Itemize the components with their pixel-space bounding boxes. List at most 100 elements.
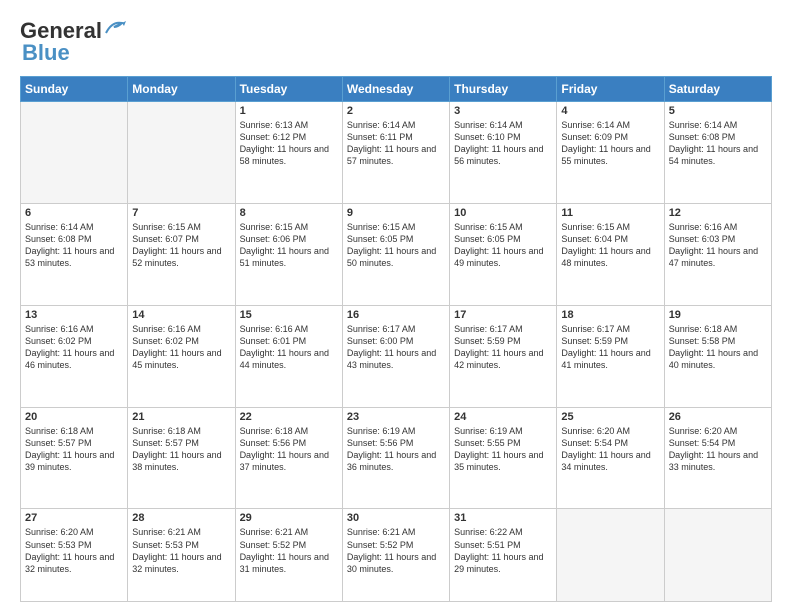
calendar-cell: 8 Sunrise: 6:15 AM Sunset: 6:06 PM Daylig… (235, 203, 342, 305)
weekday-header-row: SundayMondayTuesdayWednesdayThursdayFrid… (21, 77, 772, 102)
calendar-cell: 25 Sunrise: 6:20 AM Sunset: 5:54 PM Dayli… (557, 407, 664, 509)
header: General Blue (20, 18, 772, 66)
day-number: 10 (454, 207, 552, 219)
cell-info: Sunrise: 6:18 AM Sunset: 5:57 PM Dayligh… (25, 425, 123, 474)
calendar-cell: 30 Sunrise: 6:21 AM Sunset: 5:52 PM Dayli… (342, 509, 449, 602)
weekday-header-saturday: Saturday (664, 77, 771, 102)
calendar-row-2: 6Sunrise: 6:14 AM Sunset: 6:08 PM Daylig… (21, 203, 772, 305)
day-number: 24 (454, 411, 552, 423)
day-number: 31 (454, 512, 552, 524)
day-number: 1 (240, 105, 338, 117)
calendar-cell: 13 Sunrise: 6:16 AM Sunset: 6:02 PM Dayli… (21, 305, 128, 407)
cell-info: Sunrise: 6:20 AM Sunset: 5:54 PM Dayligh… (669, 425, 767, 474)
day-number: 20 (25, 411, 123, 423)
calendar-cell: 17 Sunrise: 6:17 AM Sunset: 5:59 PM Dayli… (450, 305, 557, 407)
day-number: 11 (561, 207, 659, 219)
cell-info: Sunrise: 6:15 AM Sunset: 6:06 PM Dayligh… (240, 221, 338, 270)
calendar-cell: 15 Sunrise: 6:16 AM Sunset: 6:01 PM Dayli… (235, 305, 342, 407)
cell-info: Sunrise: 6:21 AM Sunset: 5:52 PM Dayligh… (240, 526, 338, 575)
cell-info: Sunrise: 6:14 AM Sunset: 6:08 PM Dayligh… (669, 119, 767, 168)
calendar-cell: 6Sunrise: 6:14 AM Sunset: 6:08 PM Daylig… (21, 203, 128, 305)
cell-info: Sunrise: 6:13 AM Sunset: 6:12 PM Dayligh… (240, 119, 338, 168)
calendar-row-1: 1 Sunrise: 6:13 AM Sunset: 6:12 PM Daylig… (21, 102, 772, 204)
weekday-header-thursday: Thursday (450, 77, 557, 102)
calendar-cell: 29 Sunrise: 6:21 AM Sunset: 5:52 PM Dayli… (235, 509, 342, 602)
calendar-cell: 20 Sunrise: 6:18 AM Sunset: 5:57 PM Dayli… (21, 407, 128, 509)
calendar-cell: 2 Sunrise: 6:14 AM Sunset: 6:11 PM Daylig… (342, 102, 449, 204)
day-number: 28 (132, 512, 230, 524)
cell-info: Sunrise: 6:16 AM Sunset: 6:03 PM Dayligh… (669, 221, 767, 270)
calendar-cell: 1 Sunrise: 6:13 AM Sunset: 6:12 PM Daylig… (235, 102, 342, 204)
cell-info: Sunrise: 6:20 AM Sunset: 5:53 PM Dayligh… (25, 526, 123, 575)
cell-info: Sunrise: 6:14 AM Sunset: 6:10 PM Dayligh… (454, 119, 552, 168)
cell-info: Sunrise: 6:14 AM Sunset: 6:11 PM Dayligh… (347, 119, 445, 168)
day-number: 26 (669, 411, 767, 423)
cell-info: Sunrise: 6:20 AM Sunset: 5:54 PM Dayligh… (561, 425, 659, 474)
day-number: 14 (132, 309, 230, 321)
calendar-row-4: 20 Sunrise: 6:18 AM Sunset: 5:57 PM Dayli… (21, 407, 772, 509)
day-number: 18 (561, 309, 659, 321)
day-number: 9 (347, 207, 445, 219)
day-number: 25 (561, 411, 659, 423)
day-number: 12 (669, 207, 767, 219)
cell-info: Sunrise: 6:19 AM Sunset: 5:55 PM Dayligh… (454, 425, 552, 474)
logo: General Blue (20, 18, 126, 66)
calendar-cell: 3 Sunrise: 6:14 AM Sunset: 6:10 PM Daylig… (450, 102, 557, 204)
cell-info: Sunrise: 6:19 AM Sunset: 5:56 PM Dayligh… (347, 425, 445, 474)
calendar-table: SundayMondayTuesdayWednesdayThursdayFrid… (20, 76, 772, 602)
cell-info: Sunrise: 6:17 AM Sunset: 5:59 PM Dayligh… (454, 323, 552, 372)
calendar-cell (128, 102, 235, 204)
calendar-cell: 26 Sunrise: 6:20 AM Sunset: 5:54 PM Dayli… (664, 407, 771, 509)
day-number: 15 (240, 309, 338, 321)
calendar-cell (664, 509, 771, 602)
calendar-cell: 12 Sunrise: 6:16 AM Sunset: 6:03 PM Dayli… (664, 203, 771, 305)
calendar-cell: 16 Sunrise: 6:17 AM Sunset: 6:00 PM Dayli… (342, 305, 449, 407)
calendar-cell (21, 102, 128, 204)
calendar-cell: 7 Sunrise: 6:15 AM Sunset: 6:07 PM Daylig… (128, 203, 235, 305)
day-number: 16 (347, 309, 445, 321)
calendar-cell: 11 Sunrise: 6:15 AM Sunset: 6:04 PM Dayli… (557, 203, 664, 305)
day-number: 30 (347, 512, 445, 524)
calendar-row-3: 13 Sunrise: 6:16 AM Sunset: 6:02 PM Dayli… (21, 305, 772, 407)
calendar-cell: 28 Sunrise: 6:21 AM Sunset: 5:53 PM Dayli… (128, 509, 235, 602)
calendar-cell: 24 Sunrise: 6:19 AM Sunset: 5:55 PM Dayli… (450, 407, 557, 509)
cell-info: Sunrise: 6:18 AM Sunset: 5:58 PM Dayligh… (669, 323, 767, 372)
day-number: 13 (25, 309, 123, 321)
calendar-cell: 23 Sunrise: 6:19 AM Sunset: 5:56 PM Dayli… (342, 407, 449, 509)
day-number: 2 (347, 105, 445, 117)
weekday-header-wednesday: Wednesday (342, 77, 449, 102)
cell-info: Sunrise: 6:16 AM Sunset: 6:01 PM Dayligh… (240, 323, 338, 372)
logo-blue: Blue (22, 40, 70, 66)
day-number: 23 (347, 411, 445, 423)
cell-info: Sunrise: 6:17 AM Sunset: 6:00 PM Dayligh… (347, 323, 445, 372)
cell-info: Sunrise: 6:18 AM Sunset: 5:57 PM Dayligh… (132, 425, 230, 474)
calendar-row-5: 27 Sunrise: 6:20 AM Sunset: 5:53 PM Dayli… (21, 509, 772, 602)
day-number: 22 (240, 411, 338, 423)
calendar-cell: 19Sunrise: 6:18 AM Sunset: 5:58 PM Dayli… (664, 305, 771, 407)
day-number: 4 (561, 105, 659, 117)
calendar-cell: 18 Sunrise: 6:17 AM Sunset: 5:59 PM Dayli… (557, 305, 664, 407)
day-number: 21 (132, 411, 230, 423)
cell-info: Sunrise: 6:21 AM Sunset: 5:52 PM Dayligh… (347, 526, 445, 575)
cell-info: Sunrise: 6:18 AM Sunset: 5:56 PM Dayligh… (240, 425, 338, 474)
cell-info: Sunrise: 6:17 AM Sunset: 5:59 PM Dayligh… (561, 323, 659, 372)
cell-info: Sunrise: 6:16 AM Sunset: 6:02 PM Dayligh… (25, 323, 123, 372)
cell-info: Sunrise: 6:22 AM Sunset: 5:51 PM Dayligh… (454, 526, 552, 575)
weekday-header-tuesday: Tuesday (235, 77, 342, 102)
cell-info: Sunrise: 6:15 AM Sunset: 6:07 PM Dayligh… (132, 221, 230, 270)
day-number: 8 (240, 207, 338, 219)
cell-info: Sunrise: 6:15 AM Sunset: 6:04 PM Dayligh… (561, 221, 659, 270)
weekday-header-monday: Monday (128, 77, 235, 102)
day-number: 27 (25, 512, 123, 524)
day-number: 7 (132, 207, 230, 219)
cell-info: Sunrise: 6:15 AM Sunset: 6:05 PM Dayligh… (454, 221, 552, 270)
cell-info: Sunrise: 6:21 AM Sunset: 5:53 PM Dayligh… (132, 526, 230, 575)
calendar-cell (557, 509, 664, 602)
cell-info: Sunrise: 6:16 AM Sunset: 6:02 PM Dayligh… (132, 323, 230, 372)
weekday-header-friday: Friday (557, 77, 664, 102)
calendar-cell: 10 Sunrise: 6:15 AM Sunset: 6:05 PM Dayli… (450, 203, 557, 305)
day-number: 3 (454, 105, 552, 117)
day-number: 29 (240, 512, 338, 524)
calendar-cell: 22 Sunrise: 6:18 AM Sunset: 5:56 PM Dayli… (235, 407, 342, 509)
day-number: 17 (454, 309, 552, 321)
